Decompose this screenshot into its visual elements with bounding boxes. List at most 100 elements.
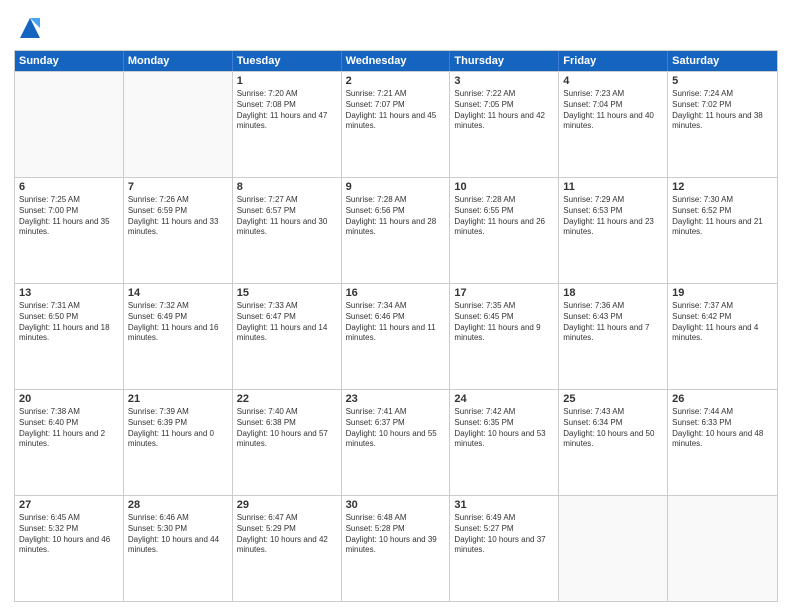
cell-info: Sunrise: 7:35 AMSunset: 6:45 PMDaylight:…	[454, 301, 554, 344]
cal-cell: 10 Sunrise: 7:28 AMSunset: 6:55 PMDayligh…	[450, 178, 559, 283]
cell-info: Sunrise: 7:22 AMSunset: 7:05 PMDaylight:…	[454, 89, 554, 132]
header-day-sunday: Sunday	[15, 51, 124, 71]
day-number: 21	[128, 393, 228, 405]
day-number: 12	[672, 181, 773, 193]
cell-info: Sunrise: 7:41 AMSunset: 6:37 PMDaylight:…	[346, 407, 446, 450]
cell-info: Sunrise: 7:42 AMSunset: 6:35 PMDaylight:…	[454, 407, 554, 450]
day-number: 7	[128, 181, 228, 193]
cal-cell: 25Sunrise: 7:43 AMSunset: 6:34 PMDayligh…	[559, 390, 668, 495]
cell-info: Sunrise: 7:24 AMSunset: 7:02 PMDaylight:…	[672, 89, 773, 132]
cell-info: Sunrise: 7:31 AMSunset: 6:50 PMDaylight:…	[19, 301, 119, 344]
cal-cell: 21 Sunrise: 7:39 AMSunset: 6:39 PMDayligh…	[124, 390, 233, 495]
cal-cell: 18Sunrise: 7:36 AMSunset: 6:43 PMDayligh…	[559, 284, 668, 389]
day-number: 5	[672, 75, 773, 87]
cal-cell: 11 Sunrise: 7:29 AMSunset: 6:53 PMDayligh…	[559, 178, 668, 283]
calendar-header: SundayMondayTuesdayWednesdayThursdayFrid…	[15, 51, 777, 71]
day-number: 23	[346, 393, 446, 405]
cell-info: Sunrise: 6:45 AMSunset: 5:32 PMDaylight:…	[19, 513, 119, 556]
calendar-body: 1 Sunrise: 7:20 AMSunset: 7:08 PMDaylight…	[15, 71, 777, 601]
cal-cell: 27 Sunrise: 6:45 AMSunset: 5:32 PMDayligh…	[15, 496, 124, 601]
header	[14, 10, 778, 42]
cal-cell: 14Sunrise: 7:32 AMSunset: 6:49 PMDayligh…	[124, 284, 233, 389]
day-number: 26	[672, 393, 773, 405]
day-number: 13	[19, 287, 119, 299]
cal-cell: 12 Sunrise: 7:30 AMSunset: 6:52 PMDayligh…	[668, 178, 777, 283]
cal-cell: 26Sunrise: 7:44 AMSunset: 6:33 PMDayligh…	[668, 390, 777, 495]
cal-cell: 23 Sunrise: 7:41 AMSunset: 6:37 PMDayligh…	[342, 390, 451, 495]
cal-cell	[559, 496, 668, 601]
cal-cell: 1 Sunrise: 7:20 AMSunset: 7:08 PMDaylight…	[233, 72, 342, 177]
header-day-friday: Friday	[559, 51, 668, 71]
cell-info: Sunrise: 7:30 AMSunset: 6:52 PMDaylight:…	[672, 195, 773, 238]
header-day-monday: Monday	[124, 51, 233, 71]
cell-info: Sunrise: 7:33 AMSunset: 6:47 PMDaylight:…	[237, 301, 337, 344]
day-number: 31	[454, 499, 554, 511]
cal-cell: 8Sunrise: 7:27 AMSunset: 6:57 PMDaylight…	[233, 178, 342, 283]
calendar-row-3: 13 Sunrise: 7:31 AMSunset: 6:50 PMDayligh…	[15, 283, 777, 389]
cell-info: Sunrise: 7:25 AMSunset: 7:00 PMDaylight:…	[19, 195, 119, 238]
cal-cell: 29 Sunrise: 6:47 AMSunset: 5:29 PMDayligh…	[233, 496, 342, 601]
header-day-thursday: Thursday	[450, 51, 559, 71]
cal-cell: 7 Sunrise: 7:26 AMSunset: 6:59 PMDaylight…	[124, 178, 233, 283]
cell-info: Sunrise: 7:32 AMSunset: 6:49 PMDaylight:…	[128, 301, 228, 344]
day-number: 15	[237, 287, 337, 299]
cell-info: Sunrise: 6:47 AMSunset: 5:29 PMDaylight:…	[237, 513, 337, 556]
cell-info: Sunrise: 7:43 AMSunset: 6:34 PMDaylight:…	[563, 407, 663, 450]
cell-info: Sunrise: 6:46 AMSunset: 5:30 PMDaylight:…	[128, 513, 228, 556]
cal-cell: 6Sunrise: 7:25 AMSunset: 7:00 PMDaylight…	[15, 178, 124, 283]
cell-info: Sunrise: 7:36 AMSunset: 6:43 PMDaylight:…	[563, 301, 663, 344]
day-number: 10	[454, 181, 554, 193]
day-number: 29	[237, 499, 337, 511]
day-number: 3	[454, 75, 554, 87]
cal-cell: 3 Sunrise: 7:22 AMSunset: 7:05 PMDaylight…	[450, 72, 559, 177]
cal-cell: 28 Sunrise: 6:46 AMSunset: 5:30 PMDayligh…	[124, 496, 233, 601]
day-number: 19	[672, 287, 773, 299]
cal-cell: 15 Sunrise: 7:33 AMSunset: 6:47 PMDayligh…	[233, 284, 342, 389]
cal-cell: 5 Sunrise: 7:24 AMSunset: 7:02 PMDaylight…	[668, 72, 777, 177]
calendar-row-1: 1 Sunrise: 7:20 AMSunset: 7:08 PMDaylight…	[15, 71, 777, 177]
cell-info: Sunrise: 7:34 AMSunset: 6:46 PMDaylight:…	[346, 301, 446, 344]
day-number: 1	[237, 75, 337, 87]
day-number: 11	[563, 181, 663, 193]
cal-cell: 13 Sunrise: 7:31 AMSunset: 6:50 PMDayligh…	[15, 284, 124, 389]
calendar-row-2: 6Sunrise: 7:25 AMSunset: 7:00 PMDaylight…	[15, 177, 777, 283]
cal-cell: 30 Sunrise: 6:48 AMSunset: 5:28 PMDayligh…	[342, 496, 451, 601]
cal-cell: 31 Sunrise: 6:49 AMSunset: 5:27 PMDayligh…	[450, 496, 559, 601]
day-number: 27	[19, 499, 119, 511]
cal-cell: 20 Sunrise: 7:38 AMSunset: 6:40 PMDayligh…	[15, 390, 124, 495]
cell-info: Sunrise: 7:23 AMSunset: 7:04 PMDaylight:…	[563, 89, 663, 132]
cell-info: Sunrise: 7:40 AMSunset: 6:38 PMDaylight:…	[237, 407, 337, 450]
cell-info: Sunrise: 7:38 AMSunset: 6:40 PMDaylight:…	[19, 407, 119, 450]
day-number: 8	[237, 181, 337, 193]
day-number: 24	[454, 393, 554, 405]
cell-info: Sunrise: 7:28 AMSunset: 6:55 PMDaylight:…	[454, 195, 554, 238]
cal-cell	[15, 72, 124, 177]
day-number: 22	[237, 393, 337, 405]
calendar: SundayMondayTuesdayWednesdayThursdayFrid…	[14, 50, 778, 602]
cell-info: Sunrise: 7:29 AMSunset: 6:53 PMDaylight:…	[563, 195, 663, 238]
day-number: 20	[19, 393, 119, 405]
cell-info: Sunrise: 7:26 AMSunset: 6:59 PMDaylight:…	[128, 195, 228, 238]
cal-cell: 4Sunrise: 7:23 AMSunset: 7:04 PMDaylight…	[559, 72, 668, 177]
header-day-tuesday: Tuesday	[233, 51, 342, 71]
cal-cell: 24 Sunrise: 7:42 AMSunset: 6:35 PMDayligh…	[450, 390, 559, 495]
day-number: 2	[346, 75, 446, 87]
cell-info: Sunrise: 6:49 AMSunset: 5:27 PMDaylight:…	[454, 513, 554, 556]
cal-cell: 16 Sunrise: 7:34 AMSunset: 6:46 PMDayligh…	[342, 284, 451, 389]
cell-info: Sunrise: 7:21 AMSunset: 7:07 PMDaylight:…	[346, 89, 446, 132]
day-number: 28	[128, 499, 228, 511]
cell-info: Sunrise: 6:48 AMSunset: 5:28 PMDaylight:…	[346, 513, 446, 556]
header-day-wednesday: Wednesday	[342, 51, 451, 71]
cell-info: Sunrise: 7:28 AMSunset: 6:56 PMDaylight:…	[346, 195, 446, 238]
cal-cell	[668, 496, 777, 601]
day-number: 17	[454, 287, 554, 299]
cal-cell: 19Sunrise: 7:37 AMSunset: 6:42 PMDayligh…	[668, 284, 777, 389]
cell-info: Sunrise: 7:39 AMSunset: 6:39 PMDaylight:…	[128, 407, 228, 450]
cal-cell: 17 Sunrise: 7:35 AMSunset: 6:45 PMDayligh…	[450, 284, 559, 389]
day-number: 16	[346, 287, 446, 299]
logo-icon	[16, 14, 44, 42]
calendar-row-4: 20 Sunrise: 7:38 AMSunset: 6:40 PMDayligh…	[15, 389, 777, 495]
cell-info: Sunrise: 7:20 AMSunset: 7:08 PMDaylight:…	[237, 89, 337, 132]
calendar-row-5: 27 Sunrise: 6:45 AMSunset: 5:32 PMDayligh…	[15, 495, 777, 601]
day-number: 30	[346, 499, 446, 511]
